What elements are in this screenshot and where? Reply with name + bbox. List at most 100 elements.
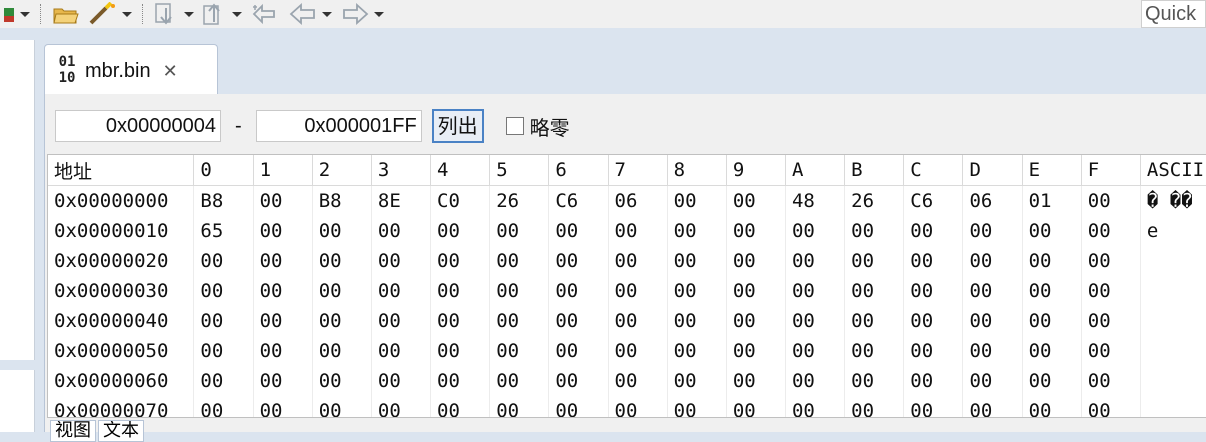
- back-button[interactable]: [284, 0, 336, 28]
- end-address-input[interactable]: 0x000001FF: [255, 110, 422, 142]
- byte-cell[interactable]: 00: [548, 246, 609, 276]
- tab-view[interactable]: 视图: [50, 420, 96, 442]
- byte-cell[interactable]: 00: [962, 276, 1023, 306]
- chevron-down-icon[interactable]: [322, 11, 332, 17]
- forward-button[interactable]: [336, 0, 388, 28]
- table-row[interactable]: 0x00000050 00 00 00 00 00 00 00 00 00 00 00 00 00 00 00…: [48, 336, 1206, 366]
- byte-cell[interactable]: 00: [430, 216, 491, 246]
- byte-cell[interactable]: 00: [253, 276, 313, 306]
- byte-cell[interactable]: 00: [608, 246, 668, 276]
- byte-cell[interactable]: 00: [844, 216, 905, 246]
- byte-cell[interactable]: 00: [608, 336, 668, 366]
- table-row[interactable]: 0x00000040 00 00 00 00 00 00 00 00 00 00 00 00 00 00 00…: [48, 306, 1206, 336]
- byte-cell[interactable]: 26: [489, 185, 550, 216]
- byte-cell[interactable]: 00: [844, 396, 905, 417]
- byte-cell[interactable]: 48: [785, 185, 846, 216]
- byte-cell[interactable]: 00: [312, 246, 372, 276]
- chevron-down-icon[interactable]: [20, 11, 30, 17]
- toolbar-app-button[interactable]: [0, 0, 34, 28]
- byte-cell[interactable]: 00: [371, 216, 432, 246]
- byte-cell[interactable]: 00: [667, 366, 727, 396]
- byte-cell[interactable]: 00: [844, 306, 905, 336]
- open-button[interactable]: [48, 0, 84, 28]
- byte-cell[interactable]: 00: [371, 366, 432, 396]
- byte-cell[interactable]: 00: [253, 366, 313, 396]
- byte-cell[interactable]: C0: [430, 185, 491, 216]
- byte-cell[interactable]: 00: [430, 276, 491, 306]
- byte-cell[interactable]: 00: [1022, 336, 1082, 366]
- byte-cell[interactable]: 00: [726, 276, 786, 306]
- byte-cell[interactable]: 00: [193, 396, 254, 417]
- byte-cell[interactable]: 00: [253, 185, 313, 216]
- byte-cell[interactable]: 00: [667, 306, 727, 336]
- byte-cell[interactable]: 00: [1081, 336, 1141, 366]
- byte-cell[interactable]: 00: [903, 276, 964, 306]
- byte-cell[interactable]: 00: [785, 306, 846, 336]
- byte-cell[interactable]: 00: [844, 276, 905, 306]
- byte-cell[interactable]: 00: [726, 216, 786, 246]
- byte-cell[interactable]: 26: [844, 185, 905, 216]
- chevron-down-icon[interactable]: [374, 11, 384, 17]
- byte-cell[interactable]: 00: [903, 366, 964, 396]
- byte-cell[interactable]: 00: [253, 246, 313, 276]
- byte-cell[interactable]: 00: [548, 336, 609, 366]
- byte-cell[interactable]: 00: [785, 366, 846, 396]
- chevron-down-icon[interactable]: [232, 11, 242, 17]
- byte-cell[interactable]: 00: [726, 366, 786, 396]
- byte-cell[interactable]: 00: [193, 336, 254, 366]
- byte-cell[interactable]: 00: [1081, 396, 1141, 417]
- byte-cell[interactable]: 00: [489, 246, 550, 276]
- byte-cell[interactable]: 00: [726, 185, 786, 216]
- chevron-down-icon[interactable]: [122, 11, 132, 17]
- byte-cell[interactable]: 00: [253, 306, 313, 336]
- byte-cell[interactable]: 00: [785, 246, 846, 276]
- byte-cell[interactable]: 00: [312, 396, 372, 417]
- byte-cell[interactable]: C6: [548, 185, 609, 216]
- byte-cell[interactable]: 00: [193, 306, 254, 336]
- prev-annotation-button[interactable]: [198, 0, 246, 28]
- start-address-input[interactable]: 0x00000004: [55, 110, 221, 142]
- byte-cell[interactable]: 00: [193, 276, 254, 306]
- byte-cell[interactable]: 00: [903, 306, 964, 336]
- byte-cell[interactable]: 00: [667, 396, 727, 417]
- byte-cell[interactable]: 00: [253, 396, 313, 417]
- table-row[interactable]: 0x00000000 B8 00 B8 8E C0 26 C6 06 00 00 48 26 C6 06 01…: [48, 185, 1206, 216]
- byte-cell[interactable]: 00: [489, 336, 550, 366]
- byte-cell[interactable]: 00: [962, 366, 1023, 396]
- byte-cell[interactable]: 00: [1081, 185, 1141, 216]
- byte-cell[interactable]: 00: [726, 396, 786, 417]
- byte-cell[interactable]: 00: [312, 276, 372, 306]
- byte-cell[interactable]: 00: [667, 185, 727, 216]
- byte-cell[interactable]: 00: [785, 336, 846, 366]
- byte-cell[interactable]: 00: [667, 246, 727, 276]
- byte-cell[interactable]: 00: [548, 216, 609, 246]
- byte-cell[interactable]: 00: [1081, 306, 1141, 336]
- byte-cell[interactable]: 00: [489, 306, 550, 336]
- byte-cell[interactable]: 00: [962, 306, 1023, 336]
- byte-cell[interactable]: 00: [844, 246, 905, 276]
- byte-cell[interactable]: 00: [1081, 216, 1141, 246]
- byte-cell[interactable]: 00: [608, 276, 668, 306]
- byte-cell[interactable]: 00: [548, 306, 609, 336]
- byte-cell[interactable]: 00: [726, 306, 786, 336]
- byte-cell[interactable]: 00: [1022, 306, 1082, 336]
- byte-cell[interactable]: 00: [253, 336, 313, 366]
- byte-cell[interactable]: 00: [489, 366, 550, 396]
- byte-cell[interactable]: 00: [371, 396, 432, 417]
- byte-cell[interactable]: 00: [1022, 366, 1082, 396]
- byte-cell[interactable]: 00: [903, 216, 964, 246]
- byte-cell[interactable]: 00: [430, 396, 491, 417]
- table-row[interactable]: 0x00000010 65 00 00 00 00 00 00 00 00 00 00 00 00 00 00…: [48, 216, 1206, 246]
- byte-cell[interactable]: 00: [253, 216, 313, 246]
- byte-cell[interactable]: 00: [548, 276, 609, 306]
- byte-cell[interactable]: C6: [903, 185, 964, 216]
- byte-cell[interactable]: 00: [608, 306, 668, 336]
- byte-cell[interactable]: 00: [726, 336, 786, 366]
- byte-cell[interactable]: 00: [667, 216, 727, 246]
- byte-cell[interactable]: 65: [193, 216, 254, 246]
- byte-cell[interactable]: 00: [1022, 396, 1082, 417]
- wand-button[interactable]: [84, 0, 136, 28]
- next-annotation-button[interactable]: [150, 0, 198, 28]
- byte-cell[interactable]: 00: [1081, 246, 1141, 276]
- byte-cell[interactable]: 00: [430, 306, 491, 336]
